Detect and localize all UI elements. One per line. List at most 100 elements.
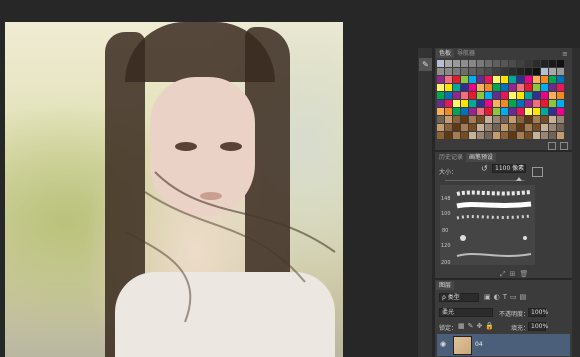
- swatch[interactable]: [445, 108, 452, 115]
- swatch[interactable]: [517, 76, 524, 83]
- swatch[interactable]: [493, 68, 500, 75]
- swatch[interactable]: [517, 68, 524, 75]
- opacity-field[interactable]: 100%: [528, 308, 548, 317]
- new-swatch-icon[interactable]: [548, 142, 556, 150]
- swatch[interactable]: [501, 100, 508, 107]
- swatch[interactable]: [541, 132, 548, 139]
- swatch[interactable]: [461, 68, 468, 75]
- swatch[interactable]: [557, 108, 564, 115]
- swatch[interactable]: [477, 60, 484, 67]
- swatch[interactable]: [509, 84, 516, 91]
- swatch[interactable]: [469, 124, 476, 131]
- swatch[interactable]: [477, 132, 484, 139]
- swatch[interactable]: [453, 76, 460, 83]
- swatch[interactable]: [485, 108, 492, 115]
- tab-swatches[interactable]: 色板: [436, 49, 455, 58]
- swatch[interactable]: [445, 84, 452, 91]
- layer-thumbnail[interactable]: [453, 336, 472, 355]
- tab-brush-presets[interactable]: 画笔预设: [466, 153, 497, 162]
- size-slider-thumb[interactable]: [516, 177, 522, 181]
- swatch[interactable]: [485, 100, 492, 107]
- eye-icon[interactable]: ◉: [440, 340, 446, 348]
- swatch[interactable]: [453, 124, 460, 131]
- swatch[interactable]: [525, 68, 532, 75]
- swatch[interactable]: [469, 132, 476, 139]
- swatch[interactable]: [453, 60, 460, 67]
- swatch[interactable]: [501, 124, 508, 131]
- swatch[interactable]: [485, 84, 492, 91]
- swatch[interactable]: [437, 76, 444, 83]
- swatch[interactable]: [557, 76, 564, 83]
- swatch[interactable]: [493, 124, 500, 131]
- swatch[interactable]: [485, 92, 492, 99]
- swatch[interactable]: [501, 116, 508, 123]
- swatch[interactable]: [541, 116, 548, 123]
- swatch[interactable]: [525, 60, 532, 67]
- swatch[interactable]: [445, 76, 452, 83]
- swatch[interactable]: [549, 76, 556, 83]
- swatch[interactable]: [541, 68, 548, 75]
- swatch[interactable]: [509, 108, 516, 115]
- panel-menu-icon[interactable]: ≡: [562, 50, 568, 58]
- swatch[interactable]: [477, 76, 484, 83]
- swatch[interactable]: [437, 124, 444, 131]
- swatch[interactable]: [557, 68, 564, 75]
- swatch[interactable]: [477, 108, 484, 115]
- swatch[interactable]: [469, 68, 476, 75]
- trash-icon[interactable]: [560, 142, 568, 150]
- swatch[interactable]: [461, 76, 468, 83]
- swatch[interactable]: [493, 76, 500, 83]
- swatch[interactable]: [501, 68, 508, 75]
- swatch[interactable]: [485, 68, 492, 75]
- swatch[interactable]: [541, 124, 548, 131]
- swatch[interactable]: [549, 100, 556, 107]
- swatch[interactable]: [525, 108, 532, 115]
- swatch[interactable]: [533, 108, 540, 115]
- swatch[interactable]: [549, 68, 556, 75]
- swatch[interactable]: [549, 84, 556, 91]
- swatch[interactable]: [557, 60, 564, 67]
- blend-mode-select[interactable]: 柔光: [439, 308, 493, 317]
- swatch[interactable]: [445, 68, 452, 75]
- swatch[interactable]: [509, 76, 516, 83]
- swatch[interactable]: [517, 92, 524, 99]
- swatch[interactable]: [469, 84, 476, 91]
- swatch[interactable]: [533, 124, 540, 131]
- swatch[interactable]: [517, 100, 524, 107]
- swatch[interactable]: [525, 100, 532, 107]
- size-slider[interactable]: [445, 180, 525, 181]
- swatch[interactable]: [437, 92, 444, 99]
- tab-layers[interactable]: 图层: [436, 281, 455, 290]
- swatch[interactable]: [437, 100, 444, 107]
- swatch[interactable]: [533, 76, 540, 83]
- swatch[interactable]: [453, 116, 460, 123]
- swatch[interactable]: [533, 60, 540, 67]
- swatch[interactable]: [557, 100, 564, 107]
- swatch[interactable]: [509, 100, 516, 107]
- swatch[interactable]: [549, 108, 556, 115]
- swatch[interactable]: [461, 108, 468, 115]
- swatch[interactable]: [501, 60, 508, 67]
- swatch[interactable]: [557, 124, 564, 131]
- swatch[interactable]: [461, 116, 468, 123]
- swatch[interactable]: [509, 116, 516, 123]
- swatch[interactable]: [533, 68, 540, 75]
- swatch[interactable]: [469, 100, 476, 107]
- swatch[interactable]: [485, 132, 492, 139]
- panel-scrollbar[interactable]: [572, 48, 580, 357]
- swatch[interactable]: [501, 84, 508, 91]
- swatch[interactable]: [557, 92, 564, 99]
- fill-field[interactable]: 100%: [528, 322, 548, 331]
- swatch[interactable]: [525, 76, 532, 83]
- swatch[interactable]: [485, 76, 492, 83]
- tab-navigator[interactable]: 导航器: [454, 49, 478, 58]
- swatch[interactable]: [445, 124, 452, 131]
- new-brush-icon[interactable]: [532, 167, 543, 177]
- swatch[interactable]: [461, 84, 468, 91]
- swatch[interactable]: [549, 132, 556, 139]
- swatch[interactable]: [485, 60, 492, 67]
- swatch[interactable]: [493, 116, 500, 123]
- swatch[interactable]: [549, 124, 556, 131]
- layer-name[interactable]: 04: [475, 341, 483, 348]
- swatch[interactable]: [517, 84, 524, 91]
